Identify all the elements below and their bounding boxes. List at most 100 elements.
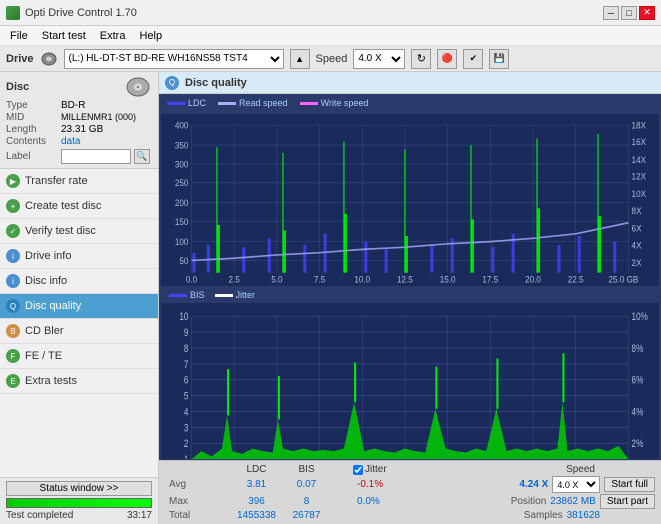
svg-text:6%: 6%: [632, 374, 644, 386]
save-button[interactable]: 💾: [489, 49, 509, 69]
disc-type-label: Type: [6, 100, 58, 111]
transfer-rate-icon: ▶: [6, 174, 20, 188]
total-label: Total: [169, 510, 229, 521]
avg-label: Avg: [169, 479, 229, 490]
svg-text:300: 300: [175, 159, 189, 169]
col-speed: Speed: [566, 464, 595, 475]
extra-tests-label: Extra tests: [25, 375, 77, 387]
maximize-button[interactable]: □: [621, 6, 637, 20]
menu-help[interactable]: Help: [133, 29, 168, 43]
extra-tests-icon: E: [6, 374, 20, 388]
menu-file[interactable]: File: [4, 29, 34, 43]
svg-text:5: 5: [184, 389, 189, 401]
svg-text:250: 250: [175, 178, 189, 188]
drive-label: Drive: [6, 53, 34, 65]
samples-value: 381628: [567, 510, 600, 521]
svg-text:14X: 14X: [632, 154, 647, 164]
svg-text:7.5: 7.5: [314, 274, 326, 284]
speed-select-drive[interactable]: 4.0 X: [353, 49, 405, 69]
max-ldc: 396: [229, 496, 284, 507]
disc-mid-value: MILLENMR1 (000): [61, 112, 136, 123]
svg-text:10%: 10%: [632, 310, 649, 322]
max-bis: 8: [284, 496, 329, 507]
svg-text:20.0: 20.0: [525, 274, 541, 284]
sidebar-item-fe-te[interactable]: F FE / TE: [0, 344, 158, 369]
svg-text:100: 100: [175, 237, 189, 247]
legend-ldc: LDC: [167, 98, 206, 108]
fe-te-label: FE / TE: [25, 350, 62, 362]
drive-info-icon: i: [6, 249, 20, 263]
start-part-button[interactable]: Start part: [600, 494, 655, 509]
svg-text:9: 9: [184, 326, 189, 338]
sidebar-item-transfer-rate[interactable]: ▶ Transfer rate: [0, 169, 158, 194]
svg-text:400: 400: [175, 120, 189, 130]
disc-contents-value: data: [61, 136, 80, 147]
minimize-button[interactable]: ─: [603, 6, 619, 20]
avg-jitter: -0.1%: [357, 479, 397, 490]
disc-type-value: BD-R: [61, 100, 85, 111]
sidebar: Disc Type BD-R MID MILLENMR1 (000) Lengt…: [0, 72, 159, 524]
svg-text:8X: 8X: [632, 206, 642, 216]
sidebar-item-disc-quality[interactable]: Q Disc quality: [0, 294, 158, 319]
disc-section-title: Disc: [6, 81, 29, 93]
disc-image-icon: [124, 76, 152, 98]
svg-text:7: 7: [184, 358, 189, 370]
status-window-button[interactable]: Status window >>: [6, 481, 152, 496]
status-text: Test completed: [6, 510, 73, 521]
svg-text:2X: 2X: [632, 258, 642, 268]
svg-text:10: 10: [179, 310, 188, 322]
cd-bler-label: CD Bler: [25, 325, 64, 337]
sidebar-item-drive-info[interactable]: i Drive info: [0, 244, 158, 269]
col-jitter: Jitter: [365, 464, 387, 475]
sidebar-item-cd-bler[interactable]: B CD Bler: [0, 319, 158, 344]
speed-dropdown[interactable]: 4.0 X: [552, 476, 600, 493]
disc-mid-label: MID: [6, 112, 58, 123]
content-area: Q Disc quality LDC Read speed Write spee…: [159, 72, 661, 524]
create-disc-label: Create test disc: [25, 200, 101, 212]
status-area: Status window >> Test completed 33:17: [0, 477, 158, 524]
legend-ldc-label: LDC: [188, 98, 206, 108]
verify-disc-icon: ✓: [6, 224, 20, 238]
chart2-legend: BIS Jitter: [161, 287, 659, 303]
disc-quality-header: Q Disc quality: [159, 72, 661, 94]
position-label: Position: [511, 496, 547, 507]
disc-label-set-button[interactable]: 🔍: [134, 149, 150, 164]
disc-length-value: 23.31 GB: [61, 124, 103, 135]
menu-extra[interactable]: Extra: [94, 29, 132, 43]
refresh-button[interactable]: ↻: [411, 49, 431, 69]
jitter-checkbox[interactable]: [353, 465, 363, 475]
disc-label-input[interactable]: [61, 149, 131, 164]
main-layout: Disc Type BD-R MID MILLENMR1 (000) Lengt…: [0, 72, 661, 524]
eject-button[interactable]: ▲: [290, 49, 310, 69]
dq-title: Disc quality: [185, 77, 247, 89]
close-button[interactable]: ✕: [639, 6, 655, 20]
drive-select[interactable]: (L:) HL-DT-ST BD-RE WH16NS58 TST4: [64, 49, 284, 69]
app-title: Opti Drive Control 1.70: [25, 7, 137, 19]
drive-toolbar: Drive (L:) HL-DT-ST BD-RE WH16NS58 TST4 …: [0, 46, 661, 72]
legend-write: Write speed: [300, 98, 369, 108]
speed-label: Speed: [316, 53, 348, 65]
start-full-button[interactable]: Start full: [604, 477, 655, 492]
svg-text:10X: 10X: [632, 189, 647, 199]
verify-button[interactable]: ✔: [463, 49, 483, 69]
sidebar-item-disc-info[interactable]: i Disc info: [0, 269, 158, 294]
sidebar-item-create-test-disc[interactable]: + Create test disc: [0, 194, 158, 219]
drive-info-label: Drive info: [25, 250, 71, 262]
disc-panel: Disc Type BD-R MID MILLENMR1 (000) Lengt…: [0, 72, 158, 169]
position-value: 23862 MB: [550, 496, 596, 507]
transfer-rate-label: Transfer rate: [25, 175, 88, 187]
svg-text:150: 150: [175, 217, 189, 227]
burn-button[interactable]: 🔴: [437, 49, 457, 69]
jitter-label: Jitter: [236, 290, 256, 300]
speed-value: 4.24 X: [519, 479, 548, 490]
menu-start-test[interactable]: Start test: [36, 29, 92, 43]
nav-section: ▶ Transfer rate + Create test disc ✓ Ver…: [0, 169, 158, 477]
svg-text:8%: 8%: [632, 342, 644, 354]
disc-info-label: Disc info: [25, 275, 67, 287]
sidebar-item-extra-tests[interactable]: E Extra tests: [0, 369, 158, 394]
svg-text:10.0: 10.0: [354, 274, 370, 284]
max-jitter: 0.0%: [357, 496, 397, 507]
cd-bler-icon: B: [6, 324, 20, 338]
sidebar-item-verify-test-disc[interactable]: ✓ Verify test disc: [0, 219, 158, 244]
bis-label: BIS: [190, 290, 205, 300]
